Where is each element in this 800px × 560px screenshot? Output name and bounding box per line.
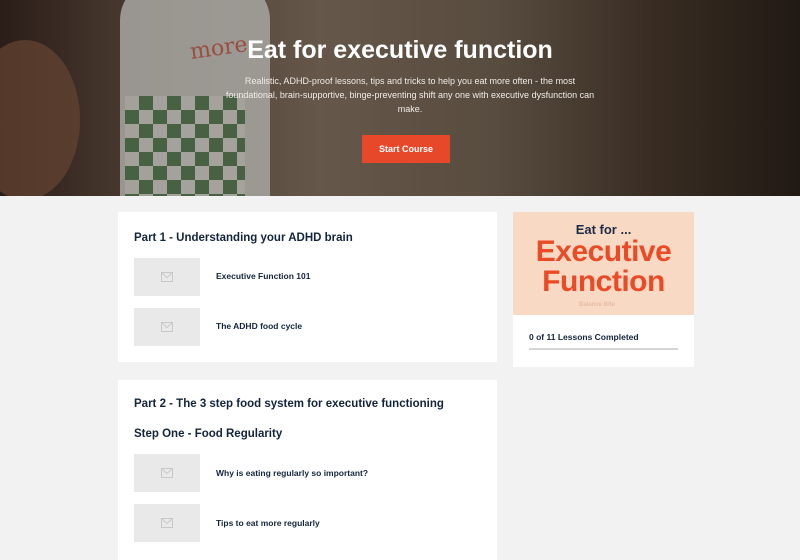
cover-title-line-2: Function — [542, 265, 665, 298]
section-subtitle: Step One - Food Regularity — [134, 428, 283, 440]
envelope-icon — [161, 468, 173, 478]
course-summary-card: Eat for ... Executive Function Balance B… — [513, 212, 694, 367]
section-title: Part 2 - The 3 step food system for exec… — [134, 398, 444, 410]
page-title: Eat for executive function — [247, 36, 553, 64]
section-title: Part 1 - Understanding your ADHD brain — [134, 232, 353, 244]
course-cover-image: Eat for ... Executive Function Balance B… — [513, 212, 694, 315]
envelope-icon — [161, 322, 173, 332]
lesson-title[interactable]: Why is eating regularly so important? — [216, 468, 368, 478]
start-course-button[interactable]: Start Course — [362, 135, 450, 163]
lesson-title[interactable]: The ADHD food cycle — [216, 321, 302, 331]
section-card-part-1: Part 1 - Understanding your ADHD brain E… — [118, 212, 497, 362]
lesson-title[interactable]: Executive Function 101 — [216, 271, 310, 281]
lesson-thumbnail[interactable] — [134, 308, 200, 346]
envelope-icon — [161, 272, 173, 282]
section-card-part-2: Part 2 - The 3 step food system for exec… — [118, 380, 497, 560]
lesson-thumbnail[interactable] — [134, 504, 200, 542]
lesson-title[interactable]: Tips to eat more regularly — [216, 518, 320, 528]
envelope-icon — [161, 518, 173, 528]
progress-text: 0 of 11 Lessons Completed — [529, 332, 639, 342]
hero-banner: more Eat for executive function Realisti… — [0, 0, 800, 196]
lesson-thumbnail[interactable] — [134, 258, 200, 296]
hero-description: Realistic, ADHD-proof lessons, tips and … — [225, 76, 595, 114]
cover-title-line-1: Executive — [535, 235, 672, 268]
progress-bar — [529, 348, 678, 350]
lesson-thumbnail[interactable] — [134, 454, 200, 492]
cover-brand-logo: Balance Bite — [579, 302, 616, 308]
